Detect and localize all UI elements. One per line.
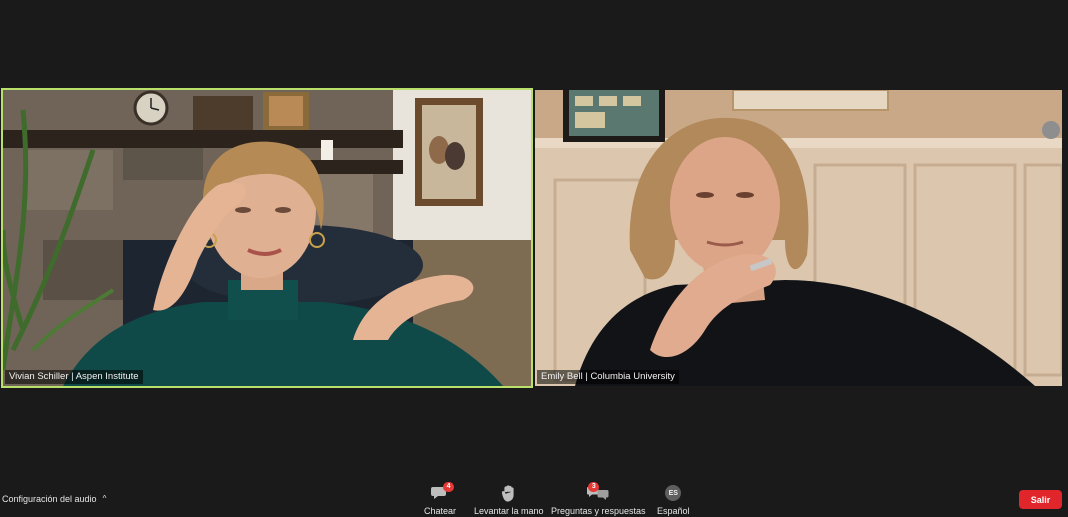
raise-hand-button[interactable]: Levantar la mano [474, 484, 544, 516]
language-button[interactable]: ES Español [657, 484, 690, 516]
video-tile-participant[interactable]: Emily Bell | Columbia University [535, 90, 1062, 386]
participant-video [3, 90, 531, 386]
chat-unread-badge: 4 [443, 482, 455, 492]
participant-name-tag: Vivian Schiller | Aspen Institute [5, 370, 143, 384]
leave-button[interactable]: Salir [1019, 490, 1062, 509]
audio-settings-label: Configuración del audio [2, 494, 97, 504]
language-code-badge: ES [665, 485, 682, 501]
language-label: Español [657, 506, 690, 516]
audio-settings-button[interactable]: Configuración del audio ^ [2, 494, 107, 505]
raise-hand-label: Levantar la mano [474, 506, 544, 516]
chat-button[interactable]: 4 Chatear [424, 482, 457, 516]
participant-name-tag: Emily Bell | Columbia University [537, 370, 679, 384]
raise-hand-icon [501, 484, 514, 502]
meeting-window: Vivian Schiller | Aspen Institute Emily … [0, 0, 1068, 517]
chat-label: Chatear [424, 506, 457, 516]
chevron-up-icon[interactable]: ^ [103, 494, 107, 503]
video-tile-active-speaker[interactable]: Vivian Schiller | Aspen Institute [1, 88, 533, 388]
qa-label: Preguntas y respuestas [551, 506, 646, 516]
participant-video [535, 90, 1062, 386]
qa-button[interactable]: 3 Preguntas y respuestas [551, 482, 646, 516]
